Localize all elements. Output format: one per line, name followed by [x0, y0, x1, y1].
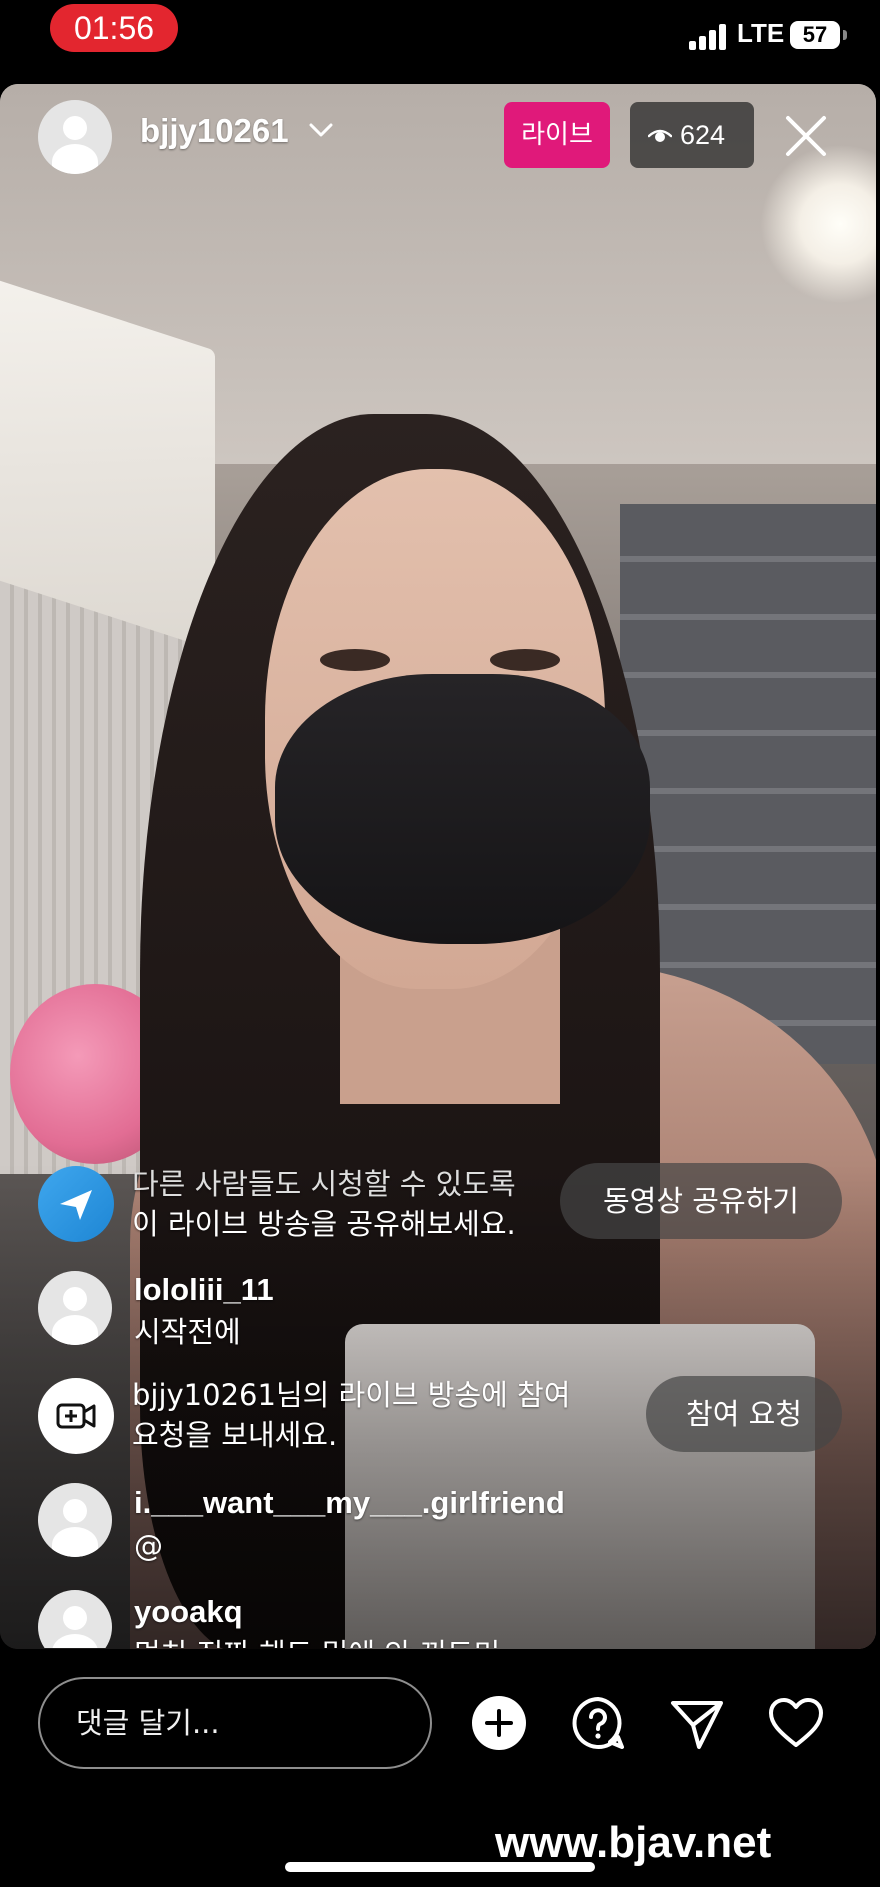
comment-username[interactable]: yooakq [134, 1592, 243, 1632]
comment-input[interactable] [38, 1677, 432, 1769]
comment-text: @ [134, 1529, 163, 1563]
video-camera-icon [56, 1403, 96, 1429]
join-request-icon [38, 1378, 114, 1454]
question-icon[interactable] [570, 1695, 626, 1751]
comment-avatar[interactable] [38, 1590, 112, 1648]
share-prompt-line2: 이 라이브 방송을 공유해보세요. [132, 1207, 516, 1241]
close-icon[interactable] [776, 106, 836, 166]
host-username[interactable]: bjjy10261 [140, 112, 289, 150]
watermark: www.bjav.net [495, 1818, 772, 1867]
video-person-mask [275, 674, 650, 944]
join-request-button[interactable]: 참여 요청 [646, 1376, 842, 1452]
host-avatar[interactable] [38, 100, 112, 174]
comment-text: 멋치 진짜 해도 밑에 안 꺼도미 [134, 1634, 500, 1648]
join-prompt-line1: bjjy10261님의 라이브 방송에 참여 [132, 1378, 571, 1412]
comment-clip: yooakq 멋치 진짜 해도 밑에 안 꺼도미 [0, 1580, 876, 1648]
comment-avatar[interactable] [38, 1483, 112, 1557]
add-icon[interactable] [471, 1695, 527, 1751]
video-person-eye-right [490, 649, 560, 671]
video-person-eye-left [320, 649, 390, 671]
heart-icon[interactable] [768, 1695, 824, 1751]
battery-icon: 57 [790, 21, 840, 49]
send-icon[interactable] [669, 1695, 725, 1751]
network-label: LTE [737, 18, 785, 48]
share-prompt-line1: 다른 사람들도 시청할 수 있도록 [132, 1167, 516, 1201]
viewer-count-badge[interactable]: 624 [630, 102, 754, 168]
viewer-count: 624 [680, 120, 726, 150]
join-prompt-line2: 요청을 보내세요. [132, 1418, 338, 1452]
chevron-down-icon[interactable] [305, 114, 337, 146]
signal-icon [689, 22, 729, 50]
battery-tip [843, 30, 847, 40]
live-badge: 라이브 [504, 102, 610, 168]
comment-avatar[interactable] [38, 1271, 112, 1345]
status-bar: 01:56 LTE 57 [0, 0, 880, 80]
comment-username[interactable]: i.___want___my___.girlfriend [134, 1483, 565, 1523]
paper-plane-icon [60, 1190, 92, 1220]
share-video-button[interactable]: 동영상 공유하기 [560, 1163, 842, 1239]
status-time: 01:56 [50, 4, 178, 52]
comment-username[interactable]: lololiii_11 [134, 1270, 274, 1310]
eye-icon [648, 129, 672, 142]
comment-text: 시작전에 [134, 1315, 241, 1349]
share-prompt-icon [38, 1166, 114, 1242]
